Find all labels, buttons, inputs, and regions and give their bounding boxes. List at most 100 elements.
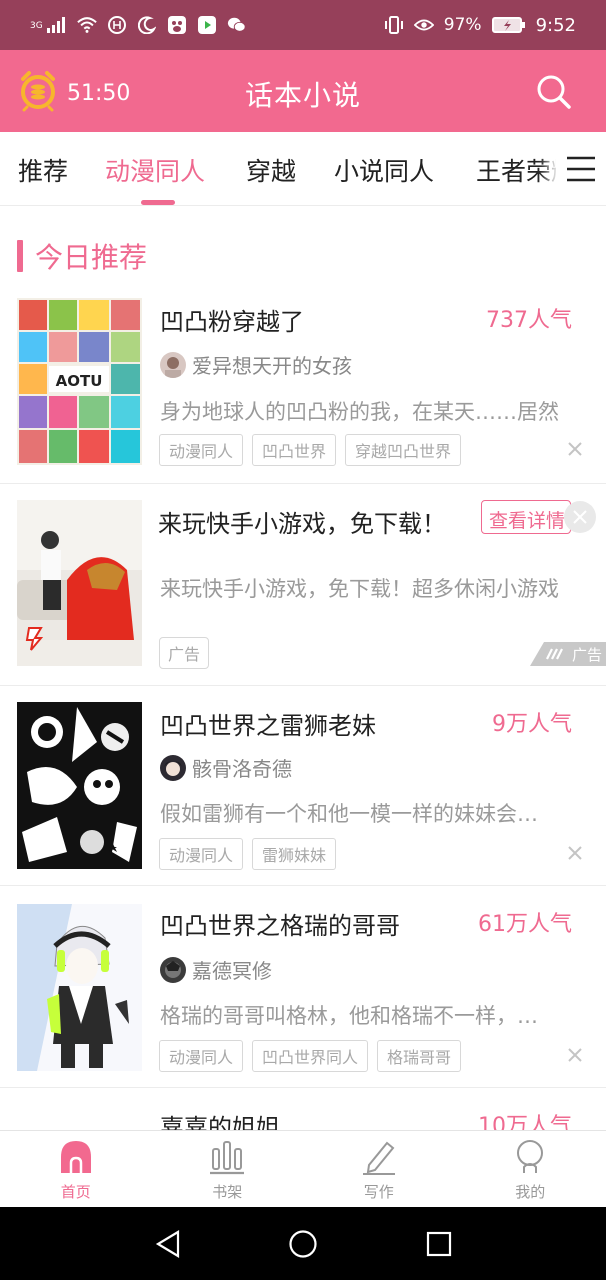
vibrate-icon xyxy=(384,15,404,35)
book-card[interactable]: 凹凸世界之雷狮老妹 9万人气 骸骨洛奇德 假如雷狮有一个和他一模一样的妹妹会… … xyxy=(0,686,606,886)
video-app-icon xyxy=(197,15,217,35)
back-triangle-icon xyxy=(155,1230,180,1258)
nav-label: 写作 xyxy=(363,1183,394,1201)
alarm-clock-coin-icon xyxy=(18,70,58,116)
author-row: 嘉德冥修 xyxy=(160,955,272,984)
book-description: 格瑞的哥哥叫格林，他和格瑞不一样，… xyxy=(160,1004,538,1028)
close-icon xyxy=(573,510,587,524)
ad-detail-button[interactable]: 查看详情 xyxy=(481,500,571,534)
bottom-nav: 首页 书架 写作 我的 xyxy=(0,1130,606,1207)
recents-square-icon xyxy=(426,1231,452,1257)
avatar xyxy=(160,754,186,781)
battery-charging-icon xyxy=(491,15,526,35)
search-icon xyxy=(537,75,571,109)
ad-label-tag: 广告 xyxy=(159,637,210,669)
tag[interactable]: 雷狮妹妹 xyxy=(252,838,337,870)
author-name: 嘉德冥修 xyxy=(192,959,272,983)
tab-novel-fanfic[interactable]: 小说同人 xyxy=(334,152,434,188)
book-cover[interactable]: AOTU xyxy=(17,298,142,465)
category-tabs: 推荐 动漫同人 穿越 小说同人 王者荣耀 xyxy=(0,132,606,206)
tag[interactable]: 动漫同人 xyxy=(159,838,244,870)
reading-timer[interactable]: 51:50 xyxy=(18,70,130,116)
close-icon xyxy=(568,846,582,860)
book-description: 假如雷狮有一个和他一模一样的妹妹会… xyxy=(160,802,538,826)
ad-image[interactable] xyxy=(17,500,142,667)
dnd-moon-icon xyxy=(137,15,157,35)
dismiss-button[interactable] xyxy=(566,440,584,458)
clock: 9:52 xyxy=(535,14,576,36)
nav-profile[interactable]: 我的 xyxy=(455,1131,606,1207)
avatar xyxy=(160,351,186,378)
tag[interactable]: 格瑞哥哥 xyxy=(377,1040,462,1072)
book-card[interactable]: AOTU 凹凸粉穿越了 737人气 爱异想天开的女孩 身为地球人的凹凸粉的我，在… xyxy=(0,282,606,484)
tab-menu-button[interactable] xyxy=(556,144,606,194)
ad-description: 来玩快手小游戏，免下载！超多休闲小游戏 xyxy=(160,577,559,601)
signal-icon xyxy=(46,15,67,35)
back-button[interactable] xyxy=(154,1229,184,1259)
eye-comfort-icon xyxy=(413,15,434,35)
nav-write[interactable]: 写作 xyxy=(303,1131,455,1207)
author-name: 骸骨洛奇德 xyxy=(192,757,292,781)
tag[interactable]: 动漫同人 xyxy=(159,1040,244,1072)
ad-close-button[interactable] xyxy=(564,501,596,533)
wechat-icon xyxy=(227,15,247,35)
book-cover[interactable] xyxy=(17,1108,142,1130)
ad-corner-label: 广告 xyxy=(571,645,602,664)
tag[interactable]: 凹凸世界 xyxy=(252,434,337,466)
tab-recommend[interactable]: 推荐 xyxy=(18,152,68,188)
nav-label: 书架 xyxy=(212,1183,243,1201)
network-type: 3G xyxy=(30,21,43,31)
tag-list: 动漫同人 凹凸世界 穿越凹凸世界 xyxy=(159,434,462,466)
ad-title: 来玩快手小游戏，免下载！ xyxy=(158,510,446,538)
tab-anime-fanfic[interactable]: 动漫同人 xyxy=(105,152,205,188)
section-title: 今日推荐 xyxy=(35,241,148,274)
section-accent-bar xyxy=(17,240,23,272)
book-title: 凹凸世界之雷狮老妹 xyxy=(160,712,376,740)
book-title: 嘉嘉的姐姐 xyxy=(160,1114,280,1130)
book-title: 凹凸粉穿越了 xyxy=(160,308,304,336)
profile-icon xyxy=(517,1140,544,1173)
book-card[interactable]: 凹凸世界之格瑞的哥哥 61万人气 嘉德冥修 格瑞的哥哥叫格林，他和格瑞不一样，…… xyxy=(0,886,606,1088)
book-card[interactable]: 嘉嘉的姐姐 10万人气 xyxy=(0,1088,606,1130)
book-popularity: 10万人气 xyxy=(478,1114,572,1130)
author-row: 骸骨洛奇德 xyxy=(160,753,292,782)
book-title: 凹凸世界之格瑞的哥哥 xyxy=(160,912,400,940)
book-description: 身为地球人的凹凸粉的我，在某天……居然 xyxy=(160,400,559,424)
author-row: 爱异想天开的女孩 xyxy=(160,350,352,379)
close-icon xyxy=(568,1048,582,1062)
dismiss-button[interactable] xyxy=(566,1046,584,1064)
active-tab-indicator xyxy=(141,200,175,205)
home-circle-icon xyxy=(289,1230,317,1258)
cover-logo-text: AOTU xyxy=(56,372,103,390)
nav-label: 首页 xyxy=(60,1183,91,1201)
system-nav-bar xyxy=(0,1207,606,1280)
recents-button[interactable] xyxy=(424,1229,454,1259)
tag[interactable]: 动漫同人 xyxy=(159,434,244,466)
battery-percent: 97% xyxy=(443,15,482,35)
section-header: 今日推荐 xyxy=(17,236,147,276)
home-system-button[interactable] xyxy=(288,1229,318,1259)
book-popularity: 9万人气 xyxy=(492,712,572,737)
nav-home[interactable]: 首页 xyxy=(0,1131,152,1207)
search-button[interactable] xyxy=(534,72,574,112)
home-icon xyxy=(60,1141,91,1173)
nav-bookshelf[interactable]: 书架 xyxy=(152,1131,304,1207)
tag[interactable]: 穿越凹凸世界 xyxy=(345,434,462,466)
hamburger-menu-icon xyxy=(567,156,595,182)
ad-network-logo-icon xyxy=(546,648,563,660)
app-header: 51:50 话本小说 xyxy=(0,50,606,132)
wifi-icon xyxy=(76,15,97,35)
baidu-app-icon xyxy=(167,15,187,35)
nav-label: 我的 xyxy=(515,1183,546,1201)
dismiss-button[interactable] xyxy=(566,844,584,862)
status-bar: 3G 97% 9:52 xyxy=(0,0,606,50)
book-popularity: 61万人气 xyxy=(478,912,572,937)
tab-time-travel[interactable]: 穿越 xyxy=(246,152,296,188)
tag[interactable]: 凹凸世界同人 xyxy=(252,1040,369,1072)
book-cover[interactable] xyxy=(17,702,142,869)
book-cover[interactable] xyxy=(17,904,142,1071)
data-saver-icon xyxy=(107,15,127,35)
timer-text: 51:50 xyxy=(67,80,131,106)
tag-list: 动漫同人 凹凸世界同人 格瑞哥哥 xyxy=(159,1040,462,1072)
book-popularity: 737人气 xyxy=(486,308,572,333)
